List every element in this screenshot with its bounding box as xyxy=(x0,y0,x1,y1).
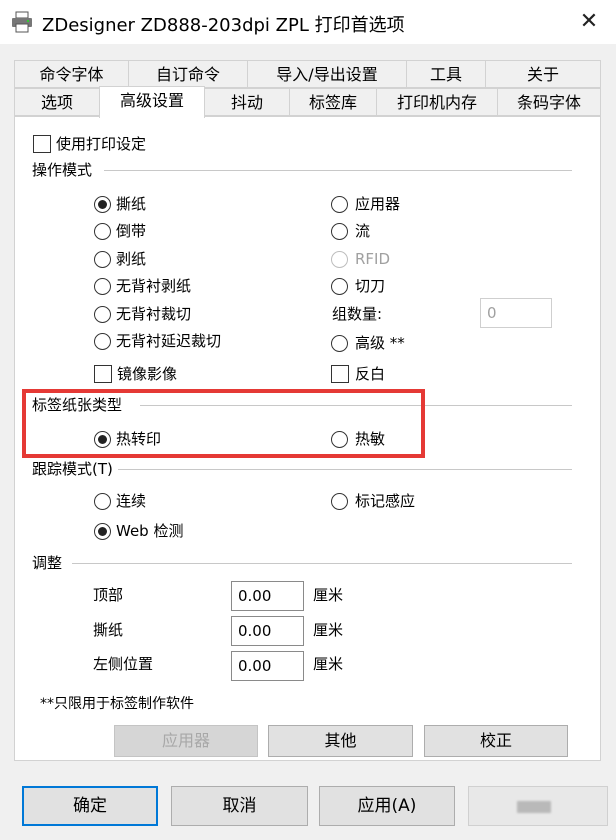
mirror-image-label: 镜像影像 xyxy=(117,365,178,383)
radio-stream[interactable] xyxy=(331,223,348,240)
adjust-divider xyxy=(72,563,572,564)
tab-custom-command[interactable]: 自订命令 xyxy=(128,60,248,88)
other-button[interactable]: 其他 xyxy=(268,725,413,757)
applicator-button[interactable]: 应用器 xyxy=(114,725,258,757)
label-linerless-peel: 无背衬剥纸 xyxy=(116,277,192,295)
redacted-label xyxy=(517,801,551,813)
tab-command-font[interactable]: 命令字体 xyxy=(14,60,129,88)
tab-options[interactable]: 选项 xyxy=(14,88,100,116)
adjust-tear-label: 撕纸 xyxy=(93,621,124,639)
tracking-mode-divider xyxy=(118,469,572,470)
radio-advanced[interactable] xyxy=(331,335,348,352)
radio-linerless-delayed-cut[interactable] xyxy=(94,333,111,350)
label-linerless-delayed-cut: 无背衬延迟裁切 xyxy=(116,332,222,350)
title-bar: ZDesigner ZD888-203dpi ZPL 打印首选项 ✕ xyxy=(0,0,616,44)
operation-mode-divider xyxy=(104,170,572,171)
radio-tear-off[interactable] xyxy=(94,196,111,213)
calibrate-button[interactable]: 校正 xyxy=(424,725,568,757)
use-printer-settings-label: 使用打印设定 xyxy=(56,135,147,153)
label-continuous: 连续 xyxy=(116,492,147,510)
printer-icon xyxy=(12,11,32,33)
operation-mode-title: 操作模式 xyxy=(32,161,93,179)
label-applicator: 应用器 xyxy=(355,195,401,213)
group-count-input[interactable]: 0 xyxy=(480,298,552,328)
highlight-box xyxy=(22,389,425,458)
mirror-image-checkbox[interactable] xyxy=(94,365,112,383)
adjust-tear-input[interactable]: 0.00 xyxy=(231,616,304,646)
radio-linerless-peel[interactable] xyxy=(94,278,111,295)
radio-linerless-cut[interactable] xyxy=(94,306,111,323)
group-count-label: 组数量: xyxy=(332,305,383,323)
radio-applicator[interactable] xyxy=(331,196,348,213)
adjust-left-unit: 厘米 xyxy=(313,655,344,673)
radio-rewind[interactable] xyxy=(94,223,111,240)
tab-barcode-font[interactable]: 条码字体 xyxy=(497,88,601,116)
adjust-title: 调整 xyxy=(32,554,63,572)
tab-tools[interactable]: 工具 xyxy=(406,60,486,88)
adjust-top-label: 顶部 xyxy=(93,586,124,604)
label-advanced: 高级 ** xyxy=(355,334,405,352)
reverse-label: 反白 xyxy=(355,365,386,383)
tab-label-library[interactable]: 标签库 xyxy=(289,88,377,116)
radio-mark-sensing[interactable] xyxy=(331,493,348,510)
label-stream: 流 xyxy=(355,222,371,240)
label-mark-sensing: 标记感应 xyxy=(355,492,416,510)
adjust-left-input[interactable]: 0.00 xyxy=(231,651,304,681)
tab-import-export[interactable]: 导入/导出设置 xyxy=(247,60,407,88)
cancel-button[interactable]: 取消 xyxy=(171,786,308,826)
label-rewind: 倒带 xyxy=(116,222,147,240)
footnote: **只限用于标签制作软件 xyxy=(40,696,194,712)
label-web-detect: Web 检测 xyxy=(116,522,184,540)
adjust-left-label: 左侧位置 xyxy=(93,655,154,673)
label-cutter: 切刀 xyxy=(355,277,386,295)
tab-printer-memory[interactable]: 打印机内存 xyxy=(376,88,498,116)
label-rfid: RFID xyxy=(355,250,391,268)
radio-web-detect[interactable] xyxy=(94,523,111,540)
radio-continuous[interactable] xyxy=(94,493,111,510)
label-linerless-cut: 无背衬裁切 xyxy=(116,305,192,323)
window-title: ZDesigner ZD888-203dpi ZPL 打印首选项 xyxy=(42,15,405,36)
label-tear-off: 撕纸 xyxy=(116,195,147,213)
radio-rfid[interactable] xyxy=(331,251,348,268)
reverse-checkbox[interactable] xyxy=(331,365,349,383)
adjust-top-input[interactable]: 0.00 xyxy=(231,581,304,611)
tab-advanced-settings[interactable]: 高级设置 xyxy=(99,86,205,118)
radio-peel-off[interactable] xyxy=(94,251,111,268)
tab-dithering[interactable]: 抖动 xyxy=(204,88,290,116)
use-printer-settings-checkbox[interactable] xyxy=(33,135,51,153)
adjust-top-unit: 厘米 xyxy=(313,586,344,604)
label-peel-off: 剥纸 xyxy=(116,250,147,268)
apply-button[interactable]: 应用(A) xyxy=(319,786,455,826)
adjust-tear-unit: 厘米 xyxy=(313,621,344,639)
tracking-mode-title: 跟踪模式(T) xyxy=(32,460,113,478)
help-button[interactable] xyxy=(468,786,608,826)
tab-about[interactable]: 关于 xyxy=(485,60,601,88)
radio-cutter[interactable] xyxy=(331,278,348,295)
close-icon[interactable]: ✕ xyxy=(574,7,604,37)
ok-button[interactable]: 确定 xyxy=(22,786,158,826)
